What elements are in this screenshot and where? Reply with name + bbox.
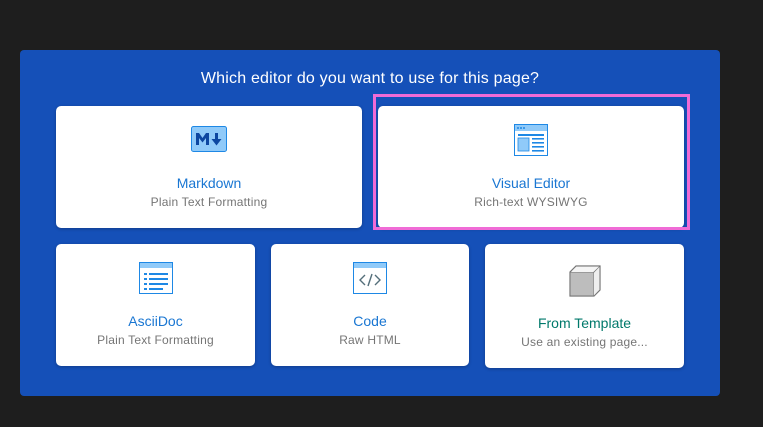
asciidoc-editor-card[interactable]: AsciiDoc Plain Text Formatting: [56, 244, 255, 366]
visual-editor-sub: Rich-text WYSIWYG: [474, 195, 588, 209]
markdown-sub: Plain Text Formatting: [150, 195, 268, 209]
dialog-title: Which editor do you want to use for this…: [200, 70, 540, 87]
markdown-label: Markdown: [176, 175, 242, 191]
from-template-label: From Template: [537, 315, 632, 331]
from-template-sub: Use an existing page...: [521, 335, 648, 349]
visual-editor-icon: [514, 124, 548, 161]
code-sub: Raw HTML: [339, 333, 401, 347]
visual-editor-label: Visual Editor: [491, 175, 571, 191]
code-label: Code: [353, 313, 387, 329]
code-icon: [353, 262, 387, 299]
markdown-editor-card[interactable]: Markdown Plain Text Formatting: [56, 106, 362, 228]
asciidoc-icon: [138, 262, 173, 299]
visual-editor-card[interactable]: Visual Editor Rich-text WYSIWYG: [378, 106, 684, 228]
code-editor-card[interactable]: Code Raw HTML: [271, 244, 469, 366]
markdown-icon: [191, 126, 227, 157]
asciidoc-label: AsciiDoc: [128, 313, 183, 329]
template-box-icon: [568, 264, 602, 303]
asciidoc-sub: Plain Text Formatting: [97, 333, 214, 347]
editor-selection-dialog: Which editor do you want to use for this…: [20, 50, 720, 396]
from-template-card[interactable]: From Template Use an existing page...: [485, 244, 684, 368]
